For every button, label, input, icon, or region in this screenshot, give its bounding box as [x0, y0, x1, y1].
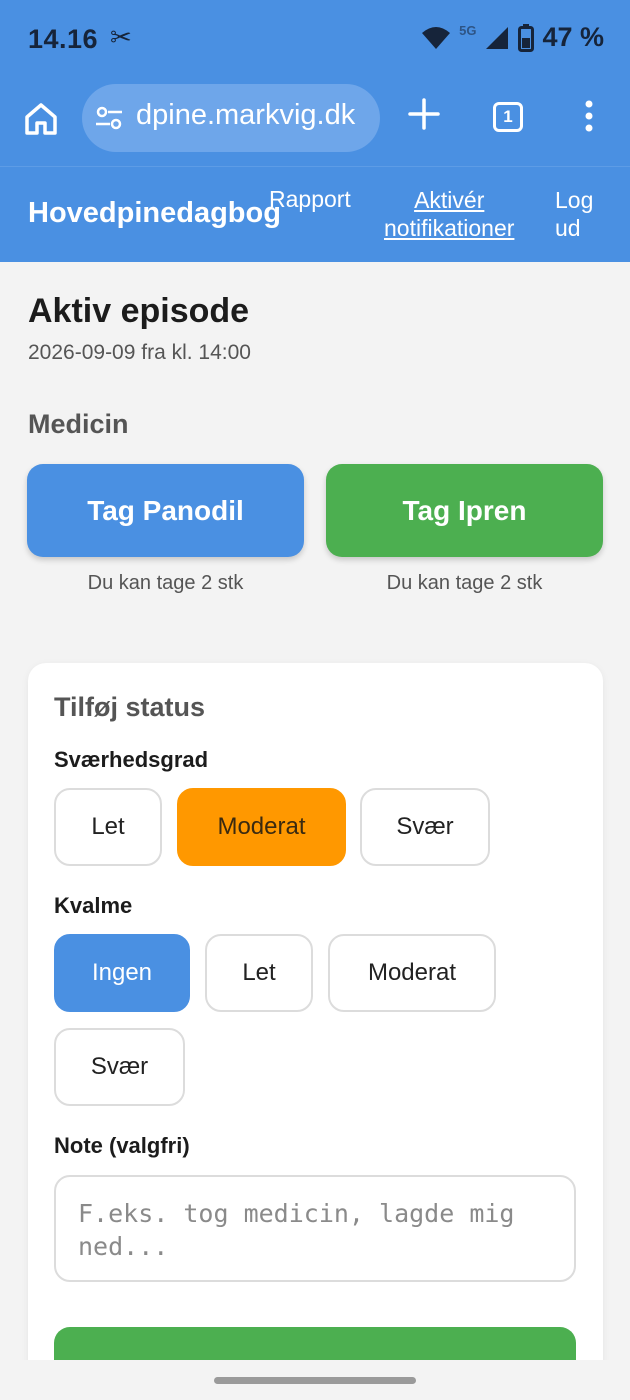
nausea-option-moderat[interactable]: Moderat: [328, 934, 496, 1012]
ipren-dose-note: Du kan tage 2 stk: [386, 572, 543, 594]
nausea-option-ingen[interactable]: Ingen: [54, 934, 190, 1012]
nav-logout-line2: ud: [555, 215, 581, 241]
severity-label: Sværhedsgrad: [54, 747, 209, 772]
nav-link-activate-notifications[interactable]: Aktivér notifikationer: [384, 186, 514, 242]
scissors-icon: ✂: [110, 22, 132, 52]
app-header: Hovedpinedagbog Rapport Aktivér notifika…: [0, 166, 630, 262]
address-bar[interactable]: dpine.markvig.dk: [82, 84, 380, 152]
note-textarea[interactable]: F.eks. tog medicin, lagde mig ned...: [54, 1175, 576, 1282]
nav-notifications-line2: notifikationer: [384, 215, 515, 241]
status-bar: 14.16 ✂ 5G 47 %: [0, 0, 630, 80]
nav-link-logout[interactable]: Log ud: [555, 186, 593, 242]
home-icon[interactable]: [22, 100, 60, 138]
episode-start-time: 2026-09-09 fra kl. 14:00: [28, 341, 251, 364]
more-options-icon[interactable]: [584, 100, 594, 132]
site-settings-icon[interactable]: [94, 104, 124, 132]
nausea-option-let[interactable]: Let: [205, 934, 313, 1012]
nav-link-rapport[interactable]: Rapport: [269, 186, 351, 213]
severity-option-svaer[interactable]: Svær: [360, 788, 490, 866]
note-label: Note (valgfri): [54, 1133, 190, 1158]
status-time: 14.16: [28, 24, 99, 54]
new-tab-icon[interactable]: [406, 96, 442, 132]
browser-toolbar: dpine.markvig.dk 1: [0, 80, 630, 166]
nav-logout-line1: Log: [555, 187, 594, 213]
battery-percentage: 47 %: [542, 22, 604, 52]
add-status-title: Tilføj status: [54, 692, 206, 722]
tab-switcher-button[interactable]: 1: [493, 102, 523, 132]
take-ipren-button[interactable]: Tag Ipren: [326, 464, 603, 557]
battery-icon: [518, 23, 535, 52]
app-brand[interactable]: Hovedpinedagbog: [28, 197, 281, 230]
medicine-heading: Medicin: [28, 409, 129, 439]
wifi-icon: [422, 26, 451, 49]
nausea-label: Kvalme: [54, 893, 133, 918]
panodil-dose-note: Du kan tage 2 stk: [87, 572, 244, 594]
page-title: Aktiv episode: [28, 292, 250, 330]
gesture-home-bar[interactable]: [214, 1377, 416, 1384]
nausea-option-svaer[interactable]: Svær: [54, 1028, 185, 1106]
severity-option-moderat[interactable]: Moderat: [177, 788, 346, 866]
network-type-label: 5G: [459, 23, 477, 38]
url-text: dpine.markvig.dk: [136, 99, 356, 131]
nav-notifications-line1: Aktivér: [414, 187, 485, 213]
signal-icon: [486, 26, 509, 49]
status-indicators: 5G 47 %: [421, 22, 604, 53]
take-panodil-button[interactable]: Tag Panodil: [27, 464, 304, 557]
severity-option-let[interactable]: Let: [54, 788, 162, 866]
